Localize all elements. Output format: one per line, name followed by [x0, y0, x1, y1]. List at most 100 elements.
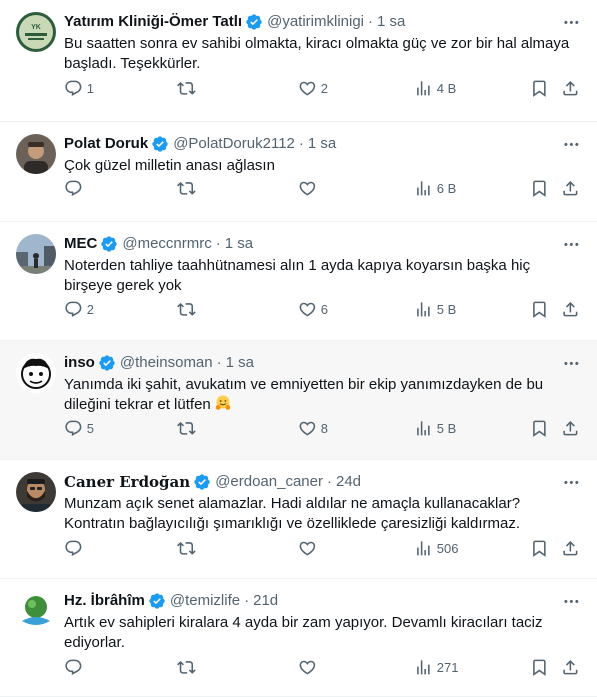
reply-button[interactable]: 5 [64, 418, 94, 438]
share-button[interactable] [561, 538, 580, 558]
more-icon[interactable] [561, 591, 581, 611]
views-button[interactable]: 5 B [414, 418, 456, 438]
more-icon[interactable] [561, 472, 581, 492]
views-icon [417, 80, 430, 96]
cartoon-face-avatar[interactable] [16, 353, 56, 393]
bookmark-button[interactable] [530, 418, 549, 438]
green-logo-avatar[interactable]: YK [16, 12, 56, 52]
reply-button[interactable]: 2 [64, 299, 94, 319]
views-button[interactable]: 4 B [414, 78, 456, 98]
tweet-6[interactable]: Hz. İbrâhîm @temizlife · 21d Artık ev sa… [0, 579, 597, 697]
retweet-button[interactable] [177, 538, 200, 558]
like-button[interactable]: 2 [298, 78, 328, 98]
bookmark-button[interactable] [530, 299, 549, 319]
nature-logo-avatar[interactable] [16, 591, 56, 631]
tweet-1[interactable]: YK Yatırım Kliniği-Ömer Tatlı @yatirimkl… [0, 0, 597, 122]
tweet-text: Noterden tahliye taahhütnamesi alın 1 ay… [64, 256, 581, 296]
timestamp[interactable]: 24d [336, 472, 361, 492]
handle[interactable]: @yatirimklinigi [267, 12, 364, 32]
like-icon [299, 660, 316, 675]
more-icon[interactable] [561, 12, 581, 32]
share-icon [563, 540, 578, 556]
share-button[interactable] [561, 418, 580, 438]
display-name[interactable]: Yatırım Kliniği-Ömer Tatlı [64, 12, 242, 32]
retweet-button[interactable] [177, 418, 200, 438]
views-button[interactable]: 6 B [414, 178, 456, 198]
like-button[interactable] [298, 657, 321, 677]
handle[interactable]: @PolatDoruk2112 [173, 134, 295, 154]
tweet-3[interactable]: MEC @meccnrmrc · 1 sa Noterden tahliye t… [0, 222, 597, 341]
bookmark-icon [533, 301, 546, 318]
share-button[interactable] [561, 178, 580, 198]
bookmark-button[interactable] [530, 78, 549, 98]
display-name[interactable]: Hz. İbrâhîm [64, 591, 145, 611]
reply-icon [65, 301, 82, 317]
timestamp[interactable]: 1 sa [377, 12, 405, 32]
display-name[interactable]: MEC [64, 234, 97, 254]
retweet-button[interactable] [177, 299, 200, 319]
share-button[interactable] [561, 299, 580, 319]
tweet-text-line: Yanımda iki şahit, avukatım ve emniyette… [64, 376, 544, 393]
tweet-text: Çok güzel milletin anası ağlasın [64, 156, 581, 176]
like-button[interactable]: 8 [298, 418, 328, 438]
tweet-text-line: Kontratın bağlayıcılığı şımarıklığı ve ö… [64, 515, 521, 532]
action-bar: 5 8 5 B [64, 418, 581, 438]
display-name[interactable]: Caner Erdoğan [64, 472, 190, 492]
tweet-text: Munzam açık senet alamazlar. Hadi aldıla… [64, 494, 581, 534]
share-icon [563, 301, 578, 317]
handle[interactable]: @erdoan_caner [215, 472, 323, 492]
tweet-header: Polat Doruk @PolatDoruk2112 · 1 sa [64, 134, 581, 154]
handle[interactable]: @meccnrmrc [122, 234, 211, 254]
timestamp[interactable]: 1 sa [308, 134, 336, 154]
retweet-button[interactable] [177, 78, 200, 98]
tweet-text-line: ediyorlar. [64, 634, 125, 651]
retweet-icon [177, 81, 196, 95]
street-photo-avatar[interactable] [16, 234, 56, 274]
display-name[interactable]: Polat Doruk [64, 134, 148, 154]
views-icon [417, 180, 430, 196]
views-icon [417, 659, 430, 675]
separator-dot: · [215, 235, 221, 252]
like-button[interactable] [298, 178, 321, 198]
tweet-2[interactable]: Polat Doruk @PolatDoruk2112 · 1 sa Çok g… [0, 122, 597, 222]
timestamp[interactable]: 1 sa [226, 353, 254, 373]
like-icon [299, 302, 316, 317]
tweet-5[interactable]: Caner Erdoğan @erdoan_caner · 24d Munzam… [0, 460, 597, 579]
bookmark-button[interactable] [530, 178, 549, 198]
like-button[interactable] [298, 538, 321, 558]
portrait-avatar[interactable] [16, 134, 56, 174]
more-icon[interactable] [561, 234, 581, 254]
views-button[interactable]: 271 [414, 657, 458, 677]
reply-icon [65, 420, 82, 436]
retweet-button[interactable] [177, 657, 200, 677]
views-count: 4 B [436, 80, 457, 96]
reply-button[interactable] [64, 178, 87, 198]
more-icon[interactable] [561, 353, 581, 373]
display-name[interactable]: inso [64, 353, 95, 373]
reply-button[interactable] [64, 657, 87, 677]
views-button[interactable]: 506 [414, 538, 458, 558]
svg-text:YK: YK [31, 24, 41, 31]
tweet-text-line: Noterden tahliye taahhütnamesi alın 1 ay… [64, 257, 531, 274]
timestamp[interactable]: 1 sa [225, 234, 253, 254]
bookmark-button[interactable] [530, 538, 549, 558]
like-button[interactable]: 6 [298, 299, 328, 319]
retweet-button[interactable] [177, 178, 200, 198]
bearded-man-avatar[interactable] [16, 472, 56, 512]
timestamp[interactable]: 21d [253, 591, 278, 611]
share-button[interactable] [561, 657, 580, 677]
tweet-text-line: başladı. Teşekkürler. [64, 55, 201, 72]
share-button[interactable] [561, 78, 580, 98]
tweet-text-line: dileğini tekrar et lütfen [64, 395, 581, 415]
handle[interactable]: @temizlife [170, 591, 240, 611]
tweet-4[interactable]: inso @theinsoman · 1 sa Yanımda iki şahi… [0, 341, 597, 460]
more-icon[interactable] [561, 134, 581, 154]
views-button[interactable]: 5 B [414, 299, 456, 319]
tweet-header: Caner Erdoğan @erdoan_caner · 24d [64, 472, 581, 492]
reply-button[interactable]: 1 [64, 78, 94, 98]
separator-dot: · [327, 473, 332, 490]
handle[interactable]: @theinsoman [120, 353, 213, 373]
reply-button[interactable] [64, 538, 87, 558]
bookmark-button[interactable] [530, 657, 549, 677]
share-icon [563, 80, 578, 96]
